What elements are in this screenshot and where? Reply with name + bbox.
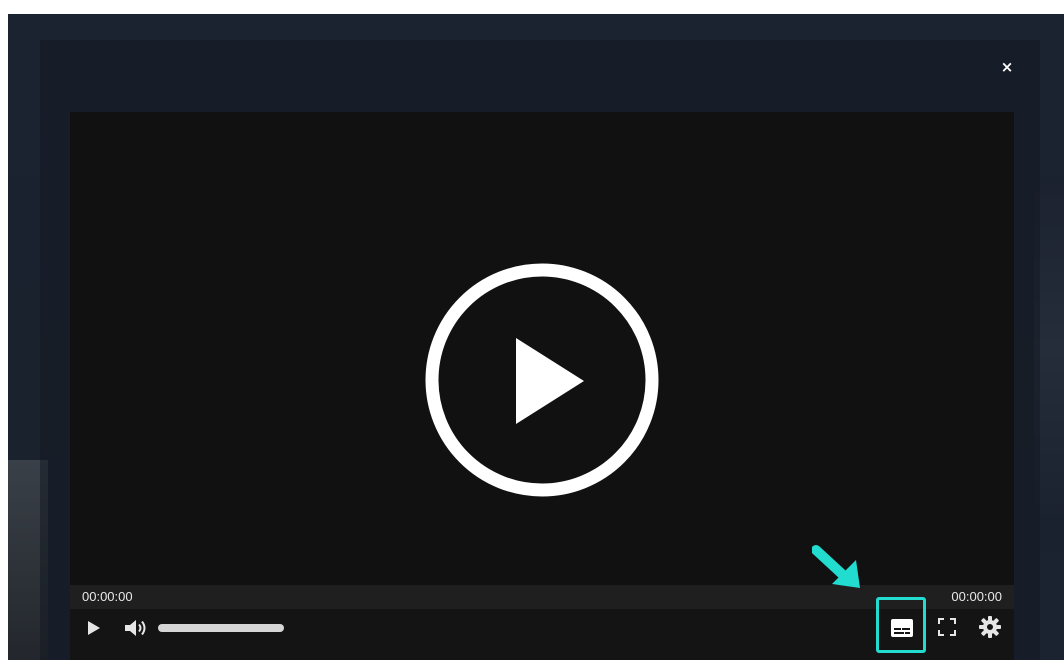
fullscreen-icon[interactable] [938,618,956,636]
current-time: 00:00:00 [82,589,133,604]
total-duration: 00:00:00 [951,589,1002,604]
play-icon[interactable] [86,620,102,636]
gear-icon[interactable] [978,615,1002,639]
volume-icon[interactable] [124,618,150,638]
captions-icon[interactable] [890,617,914,639]
volume-level [158,624,284,632]
volume-slider[interactable] [158,624,284,632]
control-bar [70,609,1014,660]
play-circle-icon[interactable] [424,262,660,498]
progress-bar[interactable] [70,585,1014,609]
close-button[interactable]: × [998,57,1016,77]
